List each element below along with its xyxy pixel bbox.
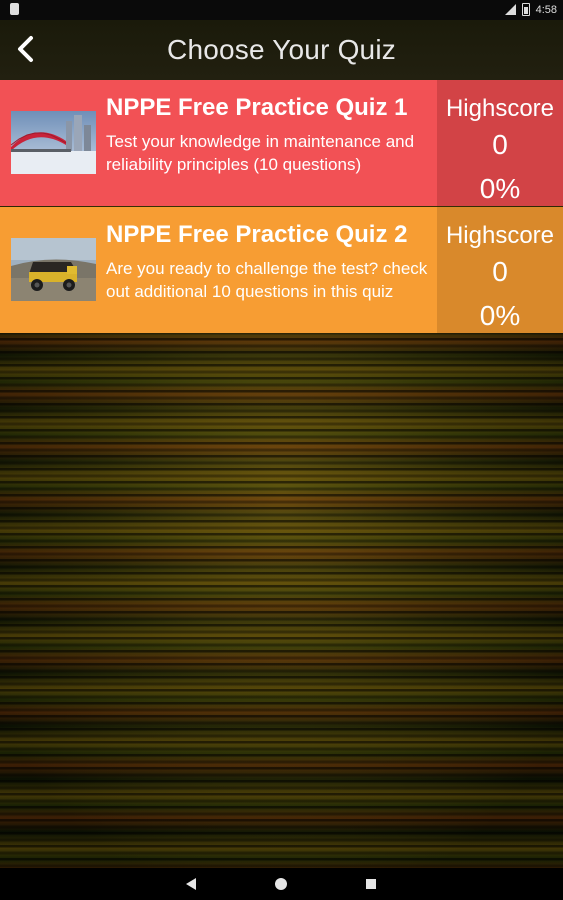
nav-back-icon[interactable] [186,878,196,890]
status-bar: 4:58 [0,0,563,20]
nav-home-icon[interactable] [275,878,287,890]
mining-truck-photo [11,238,96,301]
highscore-label: Highscore [445,222,555,249]
highscore-panel: Highscore 0 0% [437,80,563,206]
quiz-description: Are you ready to challenge the test? che… [106,259,428,301]
page-title: Choose Your Quiz [167,34,396,65]
quiz-title: NPPE Free Practice Quiz 1 [106,94,408,121]
quiz-description: Test your knowledge in maintenance and r… [106,132,415,174]
nav-recents-icon[interactable] [366,879,376,889]
system-nav-bar [0,868,563,900]
quiz-card-main: NPPE Free Practice Quiz 1 Test your know… [0,80,437,206]
status-time: 4:58 [535,3,557,16]
highscore-label: Highscore [445,95,555,122]
highscore-value: 0 [492,256,508,287]
bridge-photo [11,111,96,174]
quiz-card-2[interactable]: NPPE Free Practice Quiz 2 Are you ready … [0,207,563,333]
highscore-panel: Highscore 0 0% [437,207,563,333]
battery-icon [521,3,530,16]
quiz-title: NPPE Free Practice Quiz 2 [106,221,408,248]
highscore-percent: 0% [479,300,521,331]
highscore-percent: 0% [479,173,521,204]
highscore-value: 0 [492,129,508,160]
app-header: Choose Your Quiz [0,20,563,80]
quiz-card-1[interactable]: NPPE Free Practice Quiz 1 Test your know… [0,80,563,206]
quiz-card-main: NPPE Free Practice Quiz 2 Are you ready … [0,207,437,333]
sd-card-icon [10,3,19,15]
signal-icon [504,4,516,15]
